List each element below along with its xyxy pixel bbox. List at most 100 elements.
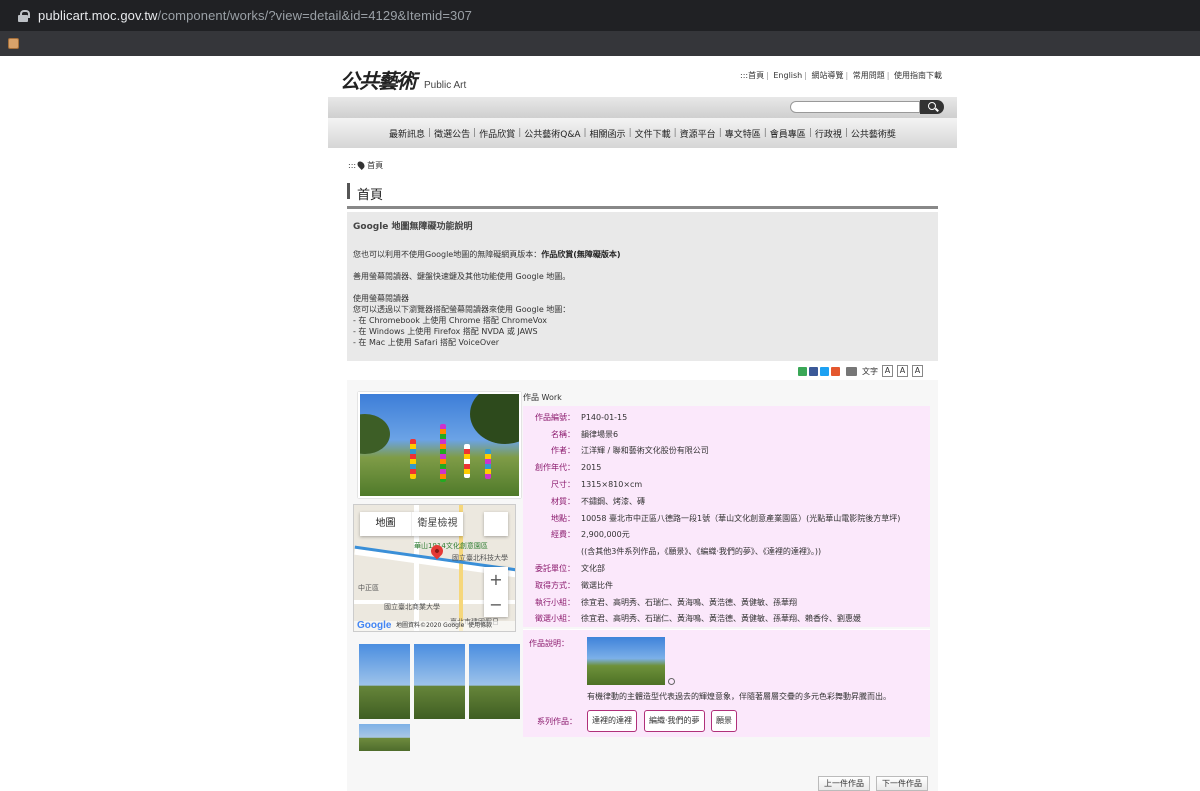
field-value: 文化部 [581, 564, 605, 574]
sculpture-pole [485, 449, 491, 479]
font-size-small-button[interactable]: A [882, 365, 893, 377]
bookmarks-bar [0, 31, 1200, 56]
zoom-in-button[interactable]: + [484, 567, 508, 592]
breadcrumb-home[interactable]: 首頁 [367, 161, 383, 170]
tree-shape [360, 414, 390, 454]
top-link-home[interactable]: :::首頁 [740, 71, 764, 80]
nav-item-members[interactable]: 會員專區 [770, 127, 806, 140]
map-label-huashan: 華山1914文化創意園區 [414, 542, 488, 550]
next-work-button[interactable]: 下一件作品 [876, 776, 928, 791]
map-terms-link[interactable]: 使用條款 [468, 622, 492, 629]
fullscreen-icon[interactable] [484, 512, 508, 536]
thumbnail-1[interactable] [359, 644, 410, 719]
field-label: 名稱： [551, 429, 575, 439]
address-bar[interactable]: publicart.moc.gov.tw/component/works/?vi… [0, 0, 1200, 31]
zoom-out-button[interactable]: − [484, 592, 508, 617]
top-link-faq[interactable]: 常用問題 [853, 71, 885, 80]
field-value: 1315×810×cm [581, 480, 643, 490]
map-label-zhongzheng: 中正區 [358, 584, 379, 592]
tab-map[interactable]: 地圖 [360, 512, 411, 536]
print-icon[interactable] [846, 366, 857, 376]
breadcrumb-prefix: ::: [348, 161, 357, 170]
accessible-version-link[interactable]: 作品欣賞(無障礙版本) [541, 250, 620, 259]
page-title-bar: 首頁 [347, 183, 938, 209]
map-attribution-text: 地圖資料©2020 Google [396, 622, 465, 629]
location-map[interactable]: 華山1914文化創意園區 國立臺北科技大學 中正區 國立臺北商業大學 臺北市建國… [353, 504, 516, 632]
nav-item-letters[interactable]: 相關函示 [590, 127, 626, 140]
field-label: 尺寸： [551, 480, 575, 490]
location-pin-icon [356, 160, 367, 170]
prev-work-button[interactable]: 上一件作品 [818, 776, 870, 791]
share-facebook-icon[interactable] [809, 366, 818, 376]
map-label-ntub: 國立臺北商業大學 [384, 603, 440, 611]
main-artwork-photo[interactable] [358, 392, 521, 498]
field-row: ((含其他3件系列作品，《願景》、《編織‧我們的夢》、《達裡的達裡》。)) [523, 543, 930, 560]
map-accessibility-notice: Google 地圖無障礙功能說明 您也可以利用不使用Google地圖的無障礙網頁… [347, 212, 938, 361]
notice-line7: - 在 Mac 上使用 Safari 搭配 VoiceOver [353, 338, 500, 347]
top-link-guide[interactable]: 使用指南下載 [894, 71, 942, 80]
page-title: 首頁 [357, 188, 384, 203]
field-row: 經費： 2,900,000元 [523, 527, 930, 544]
top-link-sitemap[interactable]: 網站導覽 [812, 71, 844, 80]
tree-shape [470, 394, 519, 444]
top-link-english[interactable]: English [773, 71, 802, 80]
field-value: 2015 [581, 463, 602, 473]
nav-item-award[interactable]: 公共藝術獎 [851, 127, 896, 140]
series-button-2[interactable]: 編織‧我們的夢 [644, 710, 705, 733]
nav-item-calls[interactable]: 徵選公告 [434, 127, 470, 140]
lock-icon [18, 9, 30, 22]
magnifier-icon[interactable] [668, 678, 675, 686]
field-row: 創作年代： 2015 [523, 459, 930, 476]
field-row: 取得方式： 徵選比件 [523, 577, 930, 594]
thumbnail-3[interactable] [469, 644, 520, 719]
series-button-1[interactable]: 達裡的達裡 [587, 710, 637, 733]
sculpture-pole [440, 424, 446, 482]
thumbnail-2[interactable] [414, 644, 465, 719]
site-logo[interactable]: 公共藝術 Public Art [340, 65, 466, 94]
nav-item-downloads[interactable]: 文件下載 [635, 127, 671, 140]
nav-item-articles[interactable]: 專文特區 [725, 127, 761, 140]
url-text[interactable]: publicart.moc.gov.tw/component/works/?vi… [38, 8, 472, 23]
desc-photo[interactable] [587, 637, 665, 686]
nav-item-works[interactable]: 作品欣賞 [479, 127, 515, 140]
field-value: 徐宜君、高明秀、石瑞仁、黃海鳴、黃浩德、黃健敏、孫華翔、賴香伶、劉惠媛 [581, 614, 861, 624]
map-type-tabs: 地圖 衛星檢視 [360, 512, 463, 536]
thumbnail-4[interactable] [359, 724, 410, 751]
field-label: 作者： [551, 446, 575, 456]
nav-item-qa[interactable]: 公共藝術Q&A [524, 127, 580, 140]
field-row: 材質： 不鏽鋼、烤漆、磚 [523, 493, 930, 510]
desc-label: 作品說明： [529, 639, 569, 649]
work-detail-card: 華山1914文化創意園區 國立臺北科技大學 中正區 國立臺北商業大學 臺北市建國… [347, 380, 938, 791]
google-logo: Google [357, 620, 392, 631]
share-twitter-icon[interactable] [820, 366, 829, 376]
field-value: 江洋輝 / 聯和藝術文化股份有限公司 [581, 446, 709, 456]
font-size-large-button[interactable]: A [912, 365, 923, 377]
field-label: 作品編號： [535, 412, 575, 422]
series-button-3[interactable]: 願景 [711, 710, 737, 733]
map-label-ntut: 國立臺北科技大學 [452, 554, 508, 562]
search-icon[interactable] [920, 100, 944, 114]
work-description: 作品說明： 有機律動的主體造型代表過去的輝煌意象，伴隨著層層交疊的多元色彩舞動昇… [523, 629, 930, 738]
nav-item-news[interactable]: 最新訊息 [389, 127, 425, 140]
tab-satellite[interactable]: 衛星檢視 [411, 512, 463, 536]
share-plurk-icon[interactable] [831, 366, 840, 376]
notice-line4: 您可以透過以下瀏覽器搭配螢幕閱讀器來使用 Google 地圖： [353, 305, 571, 314]
font-size-label: 文字 [862, 366, 878, 376]
font-size-medium-button[interactable]: A [897, 365, 908, 377]
field-value: 韻律場景6 [581, 429, 619, 439]
field-value: 不鏽鋼、烤漆、磚 [581, 496, 645, 506]
share-google-icon[interactable] [798, 366, 807, 376]
zoom-controls: + − [484, 567, 508, 617]
field-value: 10058 臺北市中正區八德路一段1號（華山文化創意產業園區）(光點華山電影院後… [581, 513, 901, 523]
main-nav: 最新訊息 | 徵選公告 | 作品欣賞 | 公共藝術Q&A | 相關函示 | 文件下載 | 資… [328, 118, 957, 148]
search-input[interactable] [790, 101, 920, 113]
desc-text: 有機律動的主體造型代表過去的輝煌意象，伴隨著層層交疊的多元色彩舞動昇騰而出。 [587, 692, 891, 702]
field-row: 執行小組： 徐宜君、高明秀、石瑞仁、黃海鳴、黃浩德、黃健敏、孫華翔 [523, 594, 930, 611]
sculpture-pole [464, 444, 470, 478]
nav-item-admin[interactable]: 行政視 [815, 127, 842, 140]
nav-item-resources[interactable]: 資源平台 [680, 127, 716, 140]
top-links: :::首頁 | English | 網站導覽 | 常用問題 | 使用指南下載 [740, 71, 942, 80]
field-row: 尺寸： 1315×810×cm [523, 476, 930, 493]
logo-english: Public Art [424, 80, 467, 91]
bookmark-icon[interactable] [8, 38, 19, 49]
